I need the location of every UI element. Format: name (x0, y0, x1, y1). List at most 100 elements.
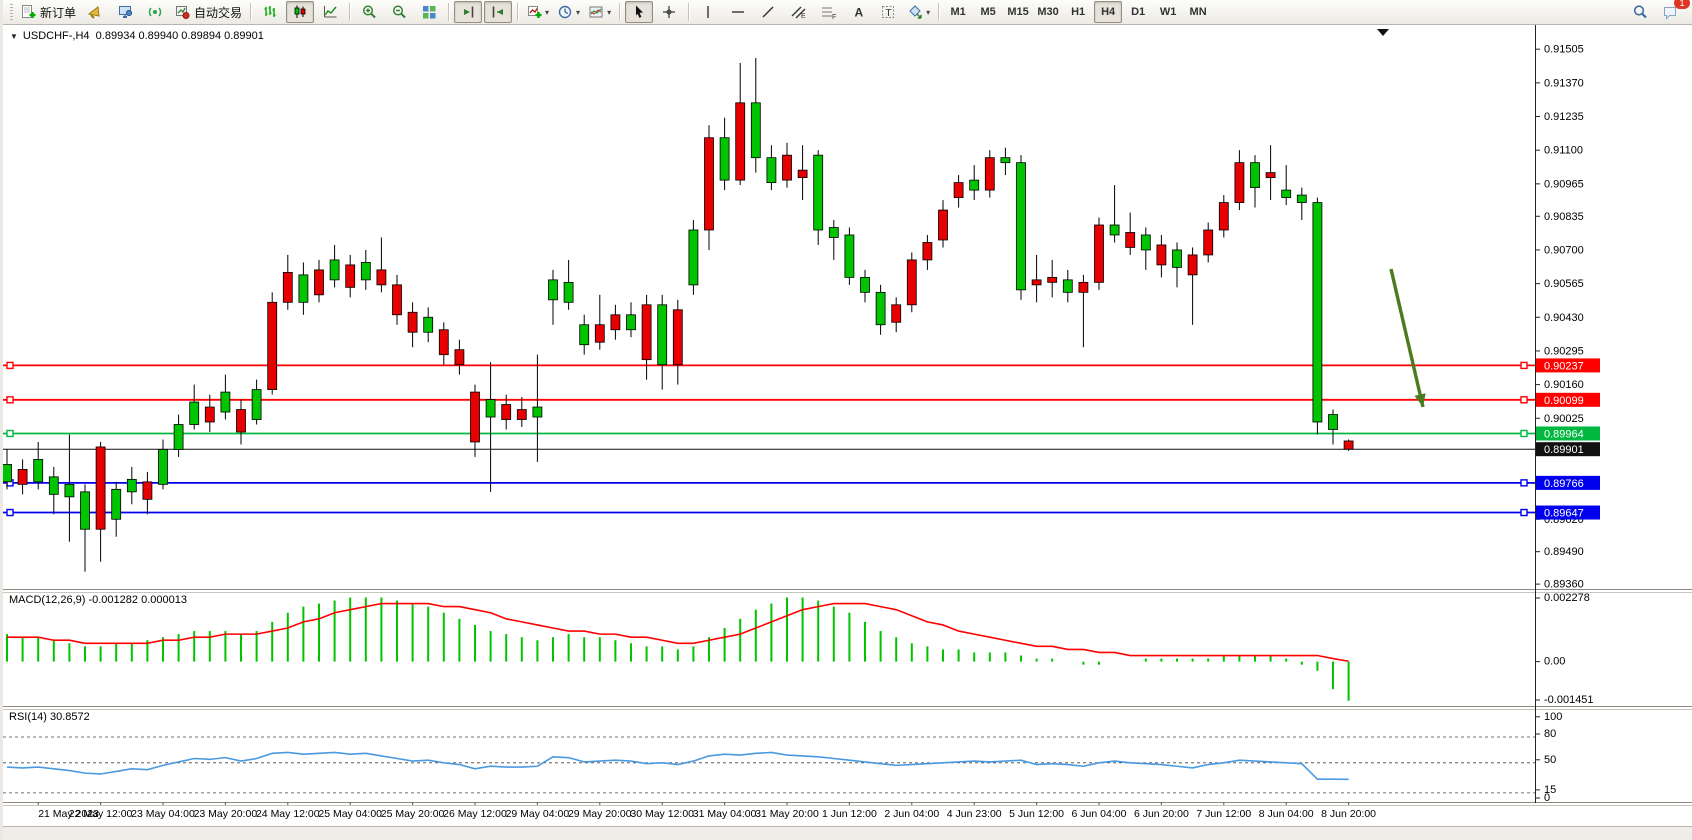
candle (237, 410, 246, 432)
candle (814, 155, 823, 230)
notifications-button[interactable]: 1 (1656, 1, 1684, 23)
fibonacci-button[interactable]: F (814, 1, 842, 23)
timeframe-mn-button[interactable]: MN (1184, 1, 1212, 23)
support-line-blue-2-handle[interactable] (7, 510, 13, 516)
zoom-out-icon (391, 4, 408, 20)
tile-windows-button[interactable] (415, 1, 443, 23)
chart-shift-button[interactable] (454, 1, 482, 23)
candle (829, 227, 838, 237)
candle (3, 464, 12, 481)
candle (439, 330, 448, 355)
tile-windows-icon (421, 4, 438, 20)
timeframe-h4-button[interactable]: H4 (1094, 1, 1122, 23)
horizontal-line-button[interactable] (724, 1, 752, 23)
timeframe-m30-button[interactable]: M30 (1034, 1, 1062, 23)
support-line-green-handle[interactable] (7, 430, 13, 436)
vertical-line-button[interactable] (694, 1, 722, 23)
candle (143, 482, 152, 499)
rsi-axis-label: 0 (1544, 792, 1550, 804)
resistance-line-1-price-badge-text: 0.90237 (1544, 360, 1584, 372)
candle (1032, 280, 1041, 285)
candle (549, 280, 558, 300)
trendline-icon (760, 4, 777, 20)
candle (252, 390, 261, 420)
terminal-button[interactable] (111, 1, 139, 23)
shapes-button[interactable]: ▾ (904, 1, 933, 23)
timeframe-d1-button[interactable]: D1 (1124, 1, 1152, 23)
support-line-blue-1-handle[interactable] (1521, 480, 1527, 486)
signals-button[interactable] (141, 1, 169, 23)
timeframe-m1-button[interactable]: M1 (944, 1, 972, 23)
resistance-line-2-handle[interactable] (7, 397, 13, 403)
candle (315, 270, 324, 295)
alerts-button[interactable] (81, 1, 109, 23)
candle (1095, 225, 1104, 282)
candle (517, 410, 526, 420)
trendline-button[interactable] (754, 1, 782, 23)
bar-chart-button[interactable] (256, 1, 284, 23)
support-line-blue-2-handle[interactable] (1521, 510, 1527, 516)
indicators-button[interactable]: ▾ (523, 1, 552, 23)
chevron-down-icon: ▾ (576, 8, 580, 17)
auto-scroll-button[interactable] (484, 1, 512, 23)
price-axis-label: 0.91100 (1544, 145, 1583, 157)
new-order-button-label: 新订单 (40, 4, 76, 21)
resistance-line-2-price-badge-text: 0.90099 (1544, 395, 1584, 407)
candle (845, 235, 854, 277)
svg-text:E: E (801, 13, 806, 20)
line-chart-icon (322, 4, 339, 20)
resistance-line-1-handle[interactable] (1521, 362, 1527, 368)
price-axis-label: 0.90700 (1544, 244, 1584, 256)
line-chart-button[interactable] (316, 1, 344, 23)
resistance-line-2-handle[interactable] (1521, 397, 1527, 403)
search-button[interactable] (1626, 1, 1654, 23)
candle (1126, 232, 1135, 247)
support-line-green-price-badge-text: 0.89964 (1544, 428, 1584, 440)
zoom-in-button[interactable] (355, 1, 383, 23)
price-chart[interactable]: 0.915050.913700.912350.911000.909650.908… (3, 25, 1692, 840)
autotrading-button[interactable]: 自动交易 (171, 1, 245, 23)
text-a-icon: A (850, 4, 867, 20)
chart-menu-icon[interactable]: ▼ (10, 32, 18, 41)
candle (1173, 250, 1182, 267)
timeframe-h1-button[interactable]: H1 (1064, 1, 1092, 23)
price-axis-label: 0.90160 (1544, 379, 1584, 391)
candle (1204, 230, 1213, 255)
text-button[interactable]: A (844, 1, 872, 23)
price-axis-label: 0.90025 (1544, 413, 1584, 425)
timeframe-m15-button[interactable]: M15 (1004, 1, 1032, 23)
template-icon (588, 4, 605, 20)
candle-chart-button[interactable] (286, 1, 314, 23)
cursor-button[interactable] (625, 1, 653, 23)
zoom-out-button[interactable] (385, 1, 413, 23)
rsi-label: RSI(14) 30.8572 (9, 711, 90, 723)
new-order-button[interactable]: 新订单 (17, 1, 79, 23)
date-axis-label: 1 Jun 12:00 (822, 808, 877, 820)
candle (1188, 255, 1197, 275)
support-line-green-handle[interactable] (1521, 430, 1527, 436)
candle (1048, 277, 1057, 282)
candle (268, 302, 277, 389)
crosshair-button[interactable] (655, 1, 683, 23)
periods-button[interactable]: ▾ (554, 1, 583, 23)
candle (424, 317, 433, 332)
text-label-button[interactable]: T (874, 1, 902, 23)
macd-axis-label: -0.001451 (1544, 694, 1594, 706)
autotrade-icon (174, 4, 191, 20)
date-axis-label: 6 Jun 04:00 (1072, 808, 1127, 820)
channel-button[interactable]: E (784, 1, 812, 23)
timeframe-m5-button[interactable]: M5 (974, 1, 1002, 23)
channel-icon: E (790, 4, 807, 20)
candles-chart-icon (292, 4, 309, 20)
price-axis-label: 0.89490 (1544, 546, 1584, 558)
candle (907, 260, 916, 305)
timeframe-w1-button[interactable]: W1 (1154, 1, 1182, 23)
candle (1157, 245, 1166, 265)
resistance-line-1-handle[interactable] (7, 362, 13, 368)
signal-icon (147, 4, 164, 20)
templates-button[interactable]: ▾ (585, 1, 614, 23)
candle (205, 407, 214, 422)
candle (283, 272, 292, 302)
terminal-icon (117, 4, 134, 20)
candle (658, 305, 667, 365)
